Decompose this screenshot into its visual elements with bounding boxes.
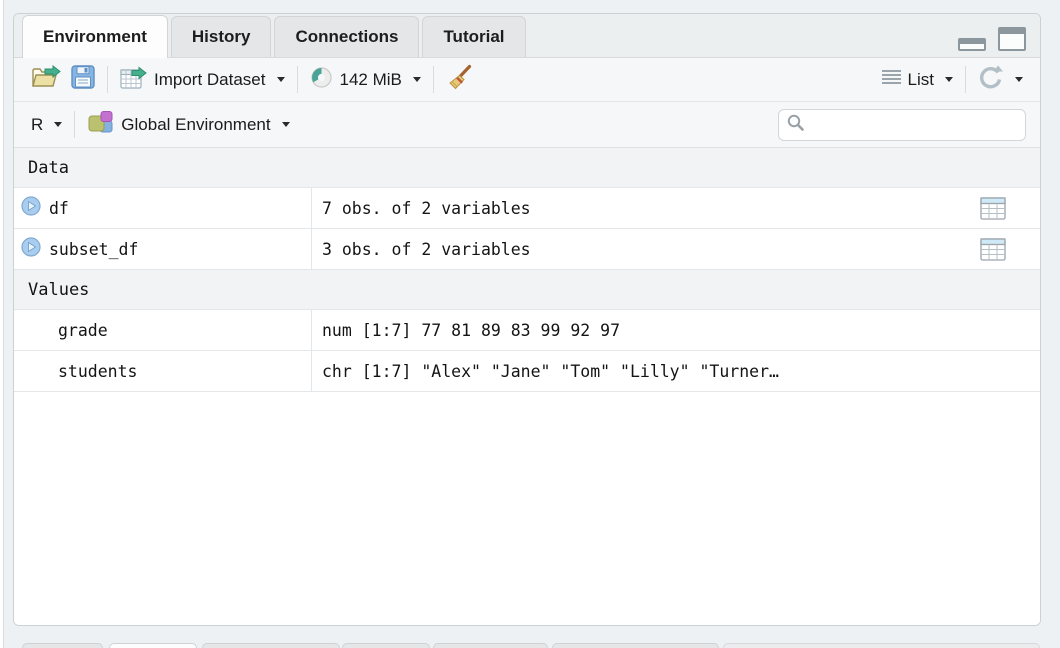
open-data-viewer-icon[interactable]	[980, 237, 1006, 262]
refresh-button[interactable]	[973, 61, 1028, 98]
open-data-viewer-icon[interactable]	[980, 196, 1006, 221]
toolbar-separator	[965, 66, 966, 93]
language-selector[interactable]: R	[26, 111, 67, 139]
adjacent-pane-edge	[0, 0, 4, 648]
bottom-pane-tab[interactable]	[552, 643, 719, 648]
global-environment-icon	[87, 110, 114, 140]
toolbar-separator	[74, 111, 75, 138]
object-value: num [1:7] 77 81 89 83 99 92 97	[312, 310, 1040, 350]
object-name: subset_df	[49, 240, 138, 259]
object-row-subset-df[interactable]: subset_df 3 obs. of 2 variables	[14, 229, 1040, 270]
tab-tutorial-label: Tutorial	[443, 27, 504, 47]
object-name: students	[58, 362, 137, 381]
object-row-df[interactable]: df 7 obs. of 2 variables	[14, 188, 1040, 229]
minimize-pane-icon[interactable]	[958, 38, 986, 51]
tab-connections[interactable]: Connections	[274, 16, 419, 57]
section-header-data: Data	[14, 148, 1040, 188]
tab-environment-label: Environment	[43, 27, 147, 47]
bottom-pane-tab[interactable]	[202, 643, 340, 648]
maximize-pane-icon[interactable]	[998, 27, 1026, 51]
list-view-icon	[882, 69, 901, 90]
pane-tab-bar: Environment History Connections Tutorial	[14, 14, 1040, 58]
tab-history-label: History	[192, 27, 251, 47]
expand-object-icon[interactable]	[21, 196, 41, 220]
tab-connections-label: Connections	[295, 27, 398, 47]
refresh-caret-icon	[1015, 77, 1023, 82]
section-header-values: Values	[14, 270, 1040, 310]
environment-selector[interactable]: Global Environment	[82, 106, 294, 144]
environment-context-bar: R Global Environment	[14, 102, 1040, 148]
bottom-pane-tab[interactable]	[433, 643, 548, 648]
view-mode-label: List	[908, 70, 934, 90]
view-mode-button[interactable]: List	[877, 65, 958, 94]
memory-usage-label: 142 MiB	[340, 70, 402, 90]
environment-toolbar: Import Dataset 142 MiB	[14, 58, 1040, 102]
object-value: 3 obs. of 2 variables	[312, 229, 1040, 269]
bottom-pane-tab[interactable]	[109, 643, 197, 648]
section-title: Data	[28, 158, 69, 178]
bottom-pane-tab[interactable]	[22, 643, 103, 648]
import-dataset-button[interactable]: Import Dataset	[115, 62, 290, 98]
environment-search-box[interactable]	[778, 109, 1026, 141]
refresh-icon	[978, 65, 1004, 94]
object-value: 7 obs. of 2 variables	[312, 188, 1040, 228]
language-label: R	[31, 115, 43, 135]
broom-icon	[446, 64, 473, 95]
import-dataset-icon	[120, 66, 147, 94]
environment-caret-icon	[282, 122, 290, 127]
object-name: df	[49, 199, 69, 218]
save-icon	[71, 65, 95, 94]
tab-environment[interactable]: Environment	[22, 15, 168, 58]
object-row-students[interactable]: students chr [1:7] "Alex" "Jane" "Tom" "…	[14, 351, 1040, 392]
open-workspace-button[interactable]	[26, 61, 66, 98]
object-name: grade	[58, 321, 108, 340]
environment-pane: Environment History Connections Tutorial	[13, 13, 1041, 626]
search-input[interactable]	[810, 116, 1017, 134]
save-workspace-button[interactable]	[66, 61, 100, 98]
memory-usage-button[interactable]: 142 MiB	[305, 62, 426, 98]
memory-pie-icon	[310, 66, 333, 94]
toolbar-separator	[433, 66, 434, 93]
toolbar-separator	[297, 66, 298, 93]
open-folder-icon	[31, 65, 61, 94]
section-title: Values	[28, 280, 89, 300]
environment-object-list: Data df 7 obs. of 2 variables	[14, 148, 1040, 625]
memory-caret-icon	[413, 77, 421, 82]
import-dataset-label: Import Dataset	[154, 70, 266, 90]
view-mode-caret-icon	[945, 77, 953, 82]
object-value: chr [1:7] "Alex" "Jane" "Tom" "Lilly" "T…	[312, 351, 1040, 391]
clear-environment-button[interactable]	[441, 60, 478, 99]
tab-tutorial[interactable]: Tutorial	[422, 16, 525, 57]
language-caret-icon	[54, 122, 62, 127]
search-icon	[787, 114, 804, 136]
object-row-grade[interactable]: grade num [1:7] 77 81 89 83 99 92 97	[14, 310, 1040, 351]
bottom-pane-tabstrip-edge	[723, 643, 1040, 648]
bottom-pane-tab[interactable]	[342, 643, 430, 648]
environment-label: Global Environment	[121, 115, 270, 135]
tab-history[interactable]: History	[171, 16, 272, 57]
toolbar-separator	[107, 66, 108, 93]
import-dataset-caret-icon	[277, 77, 285, 82]
expand-object-icon[interactable]	[21, 237, 41, 261]
